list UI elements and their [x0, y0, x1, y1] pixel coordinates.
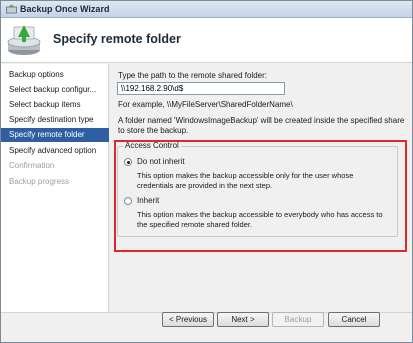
wizard-header: Specify remote folder	[1, 18, 412, 63]
sidebar-item-specify-destination-type[interactable]: Specify destination type	[1, 113, 109, 127]
sidebar-item-specify-advanced-option[interactable]: Specify advanced option	[1, 144, 109, 158]
sidebar-item-confirmation: Confirmation	[9, 161, 55, 170]
window-title: Backup Once Wizard	[20, 4, 110, 14]
info-line-2: to store the backup.	[118, 126, 189, 135]
sidebar-item-select-backup-items[interactable]: Select backup items	[1, 98, 109, 112]
path-example: For example, \\MyFileServer\SharedFolder…	[118, 100, 293, 109]
backup-button: Backup	[272, 312, 324, 327]
page-title: Specify remote folder	[53, 32, 181, 46]
next-button[interactable]: Next >	[217, 312, 269, 327]
wizard-steps-sidebar: Backup options Select backup configur...…	[1, 64, 109, 312]
backup-drive-icon	[7, 25, 41, 55]
sidebar-item-backup-options[interactable]: Backup options	[1, 68, 109, 82]
title-bar: Backup Once Wizard	[1, 1, 412, 18]
path-label: Type the path to the remote shared folde…	[118, 71, 267, 80]
previous-button[interactable]: < Previous	[162, 312, 214, 327]
cancel-button[interactable]: Cancel	[328, 312, 380, 327]
backup-icon	[6, 4, 17, 14]
remote-path-input[interactable]	[117, 82, 285, 95]
info-line-1: A folder named 'WindowsImageBackup' will…	[118, 116, 405, 125]
annotation-highlight-box	[114, 140, 407, 252]
wizard-window: Backup Once Wizard Specify remote folder…	[0, 0, 413, 343]
sidebar-item-backup-progress: Backup progress	[9, 177, 70, 186]
sidebar-item-specify-remote-folder[interactable]: Specify remote folder	[1, 128, 109, 142]
sidebar-item-select-backup-configuration[interactable]: Select backup configur...	[1, 83, 109, 97]
